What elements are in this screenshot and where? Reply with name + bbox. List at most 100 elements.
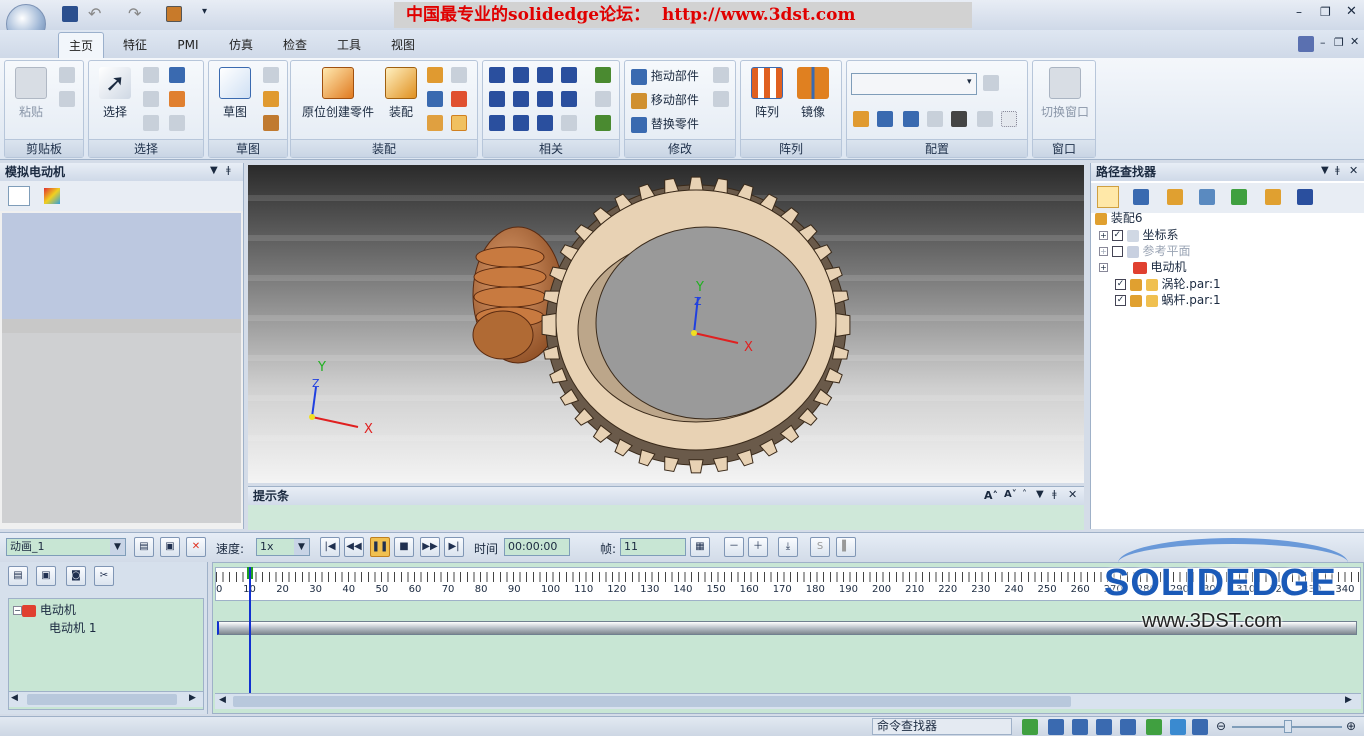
drag-component-button[interactable]: 拖动部件 <box>631 67 699 85</box>
config-1-icon[interactable] <box>853 111 869 127</box>
zoom-slider-plus-icon[interactable]: ⊕ <box>1346 719 1356 733</box>
select-box-icon[interactable] <box>169 91 185 107</box>
pathfinder-pin-icon[interactable]: ǂ <box>1335 165 1340 176</box>
tab-tools[interactable]: 工具 <box>326 32 372 58</box>
expand-icon[interactable]: + <box>1099 231 1108 240</box>
assemble-button[interactable]: 装配 <box>381 67 421 120</box>
path-icon[interactable] <box>513 115 529 131</box>
camera-path-button[interactable]: ◙ <box>66 566 86 586</box>
sketch-rotate-icon[interactable] <box>263 91 279 107</box>
new-animation-button[interactable]: ▤ <box>134 537 154 557</box>
zoom-slider-minus-icon[interactable]: ⊖ <box>1216 719 1226 733</box>
command-finder[interactable]: 命令查找器 <box>872 718 1012 735</box>
speed-dropdown-icon[interactable]: ▼ <box>294 539 309 555</box>
select-options-icon[interactable] <box>143 115 159 131</box>
tree-item-reference-planes[interactable]: + 参考平面 <box>1099 243 1191 259</box>
sketch-button[interactable]: 草图 <box>215 67 255 120</box>
tab-features[interactable]: 特征 <box>112 32 158 58</box>
visibility-checkbox[interactable]: ✓ <box>1115 279 1126 290</box>
rotate-icon[interactable] <box>1146 719 1162 735</box>
timeline-scroll-left-icon[interactable]: ◀ <box>219 695 226 705</box>
prompt-options-icon[interactable]: ▼ <box>1036 489 1044 500</box>
visibility-checkbox[interactable] <box>1111 246 1123 257</box>
refresh-icon[interactable] <box>1022 719 1038 735</box>
pattern-part-icon[interactable] <box>451 91 467 107</box>
zoom-area-icon[interactable] <box>1048 719 1064 735</box>
expand-icon[interactable]: + <box>1099 247 1108 256</box>
paste-button[interactable]: 粘贴 <box>11 67 51 120</box>
display-icon[interactable] <box>1231 189 1247 205</box>
config-6-icon[interactable] <box>977 111 993 127</box>
relate-disabled-icon[interactable] <box>595 91 611 107</box>
config-2-icon[interactable] <box>877 111 893 127</box>
color-map-icon[interactable] <box>44 188 60 204</box>
split-view-button[interactable]: ▌ <box>836 537 856 557</box>
frame-field[interactable]: 11 <box>620 538 686 556</box>
frame-settings-button[interactable]: ▦ <box>690 537 710 557</box>
fastener-icon[interactable] <box>427 91 443 107</box>
play-button[interactable]: ▶▶ <box>420 537 440 557</box>
relate-assistant-icon[interactable] <box>595 115 611 131</box>
timeline-scrollbar[interactable]: ◀ ▶ <box>215 693 1361 709</box>
config-7-icon[interactable] <box>1001 111 1017 127</box>
visibility-checkbox[interactable]: ✓ <box>1115 295 1126 306</box>
visibility-checkbox[interactable]: ✓ <box>1111 230 1123 241</box>
insert-component-icon[interactable] <box>427 67 443 83</box>
planar-align-icon[interactable] <box>537 67 553 83</box>
relations-icon[interactable] <box>1265 189 1281 205</box>
restore-icon[interactable]: ❐ <box>1320 5 1331 19</box>
relate-more-icon[interactable] <box>595 67 611 83</box>
pathfinder-options-icon[interactable]: ▼ <box>1321 165 1329 176</box>
pin-icon[interactable]: ǂ <box>226 165 231 176</box>
pathfinder-close-icon[interactable]: ✕ <box>1349 164 1358 177</box>
qat-dropdown-icon[interactable]: ▾ <box>202 6 207 17</box>
connect-icon[interactable] <box>513 91 529 107</box>
tab-inspect[interactable]: 检查 <box>272 32 318 58</box>
prompt-pin-icon[interactable]: ǂ <box>1052 489 1057 500</box>
create-in-place-button[interactable]: 原位创建零件 <box>295 67 381 120</box>
zoom-out-button[interactable]: － <box>724 537 744 557</box>
disperse-icon[interactable] <box>451 67 467 83</box>
camera-icon[interactable] <box>951 111 967 127</box>
view-orient-icon[interactable] <box>1192 719 1208 735</box>
mirror-button[interactable]: 镜像 <box>793 67 833 120</box>
filter-icon[interactable] <box>143 91 159 107</box>
close-icon[interactable]: ✕ <box>1346 4 1357 19</box>
modify-extra-1-icon[interactable] <box>713 67 729 83</box>
zoom-in-button[interactable]: ＋ <box>748 537 768 557</box>
modify-extra-2-icon[interactable] <box>713 91 729 107</box>
remove-motion-button[interactable]: ✂ <box>94 566 114 586</box>
transfer-icon[interactable] <box>427 115 443 131</box>
help-icon[interactable] <box>1298 36 1314 52</box>
font-increase-icon[interactable]: A˄ <box>984 489 998 502</box>
scroll-thumb[interactable] <box>27 694 177 705</box>
expand-icon[interactable]: + <box>1099 263 1108 272</box>
timeline-scroll-thumb[interactable] <box>233 696 1071 707</box>
save-icon[interactable] <box>62 6 78 22</box>
parallel-icon[interactable] <box>537 115 553 131</box>
tree-item-coordinate-system[interactable]: + ✓ 坐标系 <box>1099 227 1179 243</box>
axial-align-icon[interactable] <box>513 67 529 83</box>
undo-icon[interactable]: ↶ <box>88 4 101 23</box>
animation-dropdown-icon[interactable]: ▼ <box>110 539 125 555</box>
doc-restore-icon[interactable]: ❐ <box>1334 36 1344 49</box>
tab-simulation[interactable]: 仿真 <box>218 32 264 58</box>
animation-select[interactable]: 动画_1 <box>6 538 126 556</box>
pattern-button[interactable]: 阵列 <box>747 67 787 120</box>
motor-list[interactable] <box>2 213 241 319</box>
save-frame-button[interactable]: ▣ <box>36 566 56 586</box>
layers-icon[interactable] <box>1199 189 1215 205</box>
parts-icon[interactable] <box>1133 189 1149 205</box>
tangent-icon[interactable] <box>489 115 505 131</box>
mate-icon[interactable] <box>489 67 505 83</box>
cam-icon[interactable] <box>537 91 553 107</box>
play-reverse-button[interactable]: ◀◀ <box>344 537 364 557</box>
stop-button[interactable]: ■ <box>394 537 414 557</box>
rigid-set-icon[interactable] <box>561 115 577 131</box>
config-4-icon[interactable] <box>927 111 943 127</box>
pan-icon[interactable] <box>1120 719 1136 735</box>
gear-relate-icon[interactable] <box>561 91 577 107</box>
graphics-viewport[interactable]: X Y Z X Y Z <box>248 165 1084 483</box>
config-dropdown-icon[interactable]: ▾ <box>967 77 972 87</box>
tree-scrollbar[interactable]: ◀ ▶ <box>9 691 203 707</box>
